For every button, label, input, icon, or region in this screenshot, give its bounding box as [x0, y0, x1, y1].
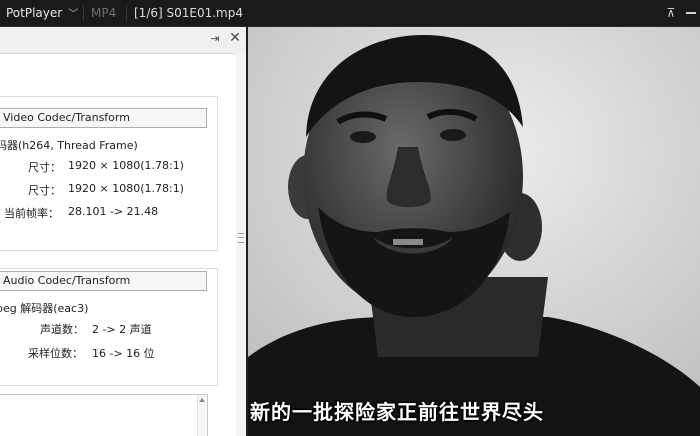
- video-size-out-value: 1920 × 1080(1.78:1): [68, 182, 184, 195]
- app-name: PotPlayer: [6, 6, 63, 20]
- dock-pin-icon[interactable]: ⇥: [208, 31, 222, 47]
- text-box[interactable]: [0, 394, 208, 436]
- minimize-icon[interactable]: [686, 12, 696, 14]
- scroll-grip-icon[interactable]: [238, 233, 244, 243]
- scroll-up-icon[interactable]: [199, 398, 205, 402]
- app-menu-button[interactable]: PotPlayer ﹀: [6, 0, 78, 26]
- video-image: [248, 27, 700, 436]
- video-size-in-label: 尺寸：: [28, 161, 61, 174]
- title-bar: PotPlayer ﹀ MP4 [1/6] S01E01.mp4 ⊼: [0, 0, 700, 27]
- audio-channels-label: 声道数：: [40, 323, 84, 336]
- video-frame[interactable]: [248, 27, 700, 436]
- video-size-in-value: 1920 × 1080(1.78:1): [68, 159, 184, 172]
- panel-header: ⇥ ✕: [0, 27, 246, 53]
- file-title: [1/6] S01E01.mp4: [134, 6, 243, 20]
- format-label: MP4: [91, 6, 117, 20]
- audio-channels-value: 2 -> 2 声道: [92, 323, 152, 336]
- close-icon[interactable]: ✕: [228, 30, 242, 46]
- audio-bits-value: 16 -> 16 位: [92, 347, 155, 360]
- video-decoder-text: 码器(h264, Thread Frame): [0, 139, 138, 152]
- video-codec-button[interactable]: Video Codec/Transform: [0, 108, 207, 128]
- video-fps-value: 28.101 -> 21.48: [68, 205, 159, 218]
- info-panel: ⇥ ✕ Video Codec/Transform 码器(h264, Threa…: [0, 27, 248, 436]
- audio-bits-label: 采样位数：: [28, 347, 83, 360]
- pin-icon[interactable]: ⊼: [664, 4, 678, 22]
- video-fps-label: 当前帧率：: [4, 207, 59, 220]
- subtitle-text: 新的一批探险家正前往世界尽头: [250, 400, 544, 424]
- titlebar-divider: [126, 5, 127, 21]
- titlebar-divider: [83, 5, 84, 21]
- chevron-down-icon: ﹀: [68, 9, 79, 20]
- video-size-out-label: 尺寸：: [28, 184, 61, 197]
- audio-codec-button[interactable]: Audio Codec/Transform: [0, 271, 207, 291]
- audio-decoder-text: peg 解码器(eac3): [0, 302, 89, 315]
- text-box-scrollbar[interactable]: [197, 395, 207, 436]
- panel-scrollbar[interactable]: [236, 53, 246, 436]
